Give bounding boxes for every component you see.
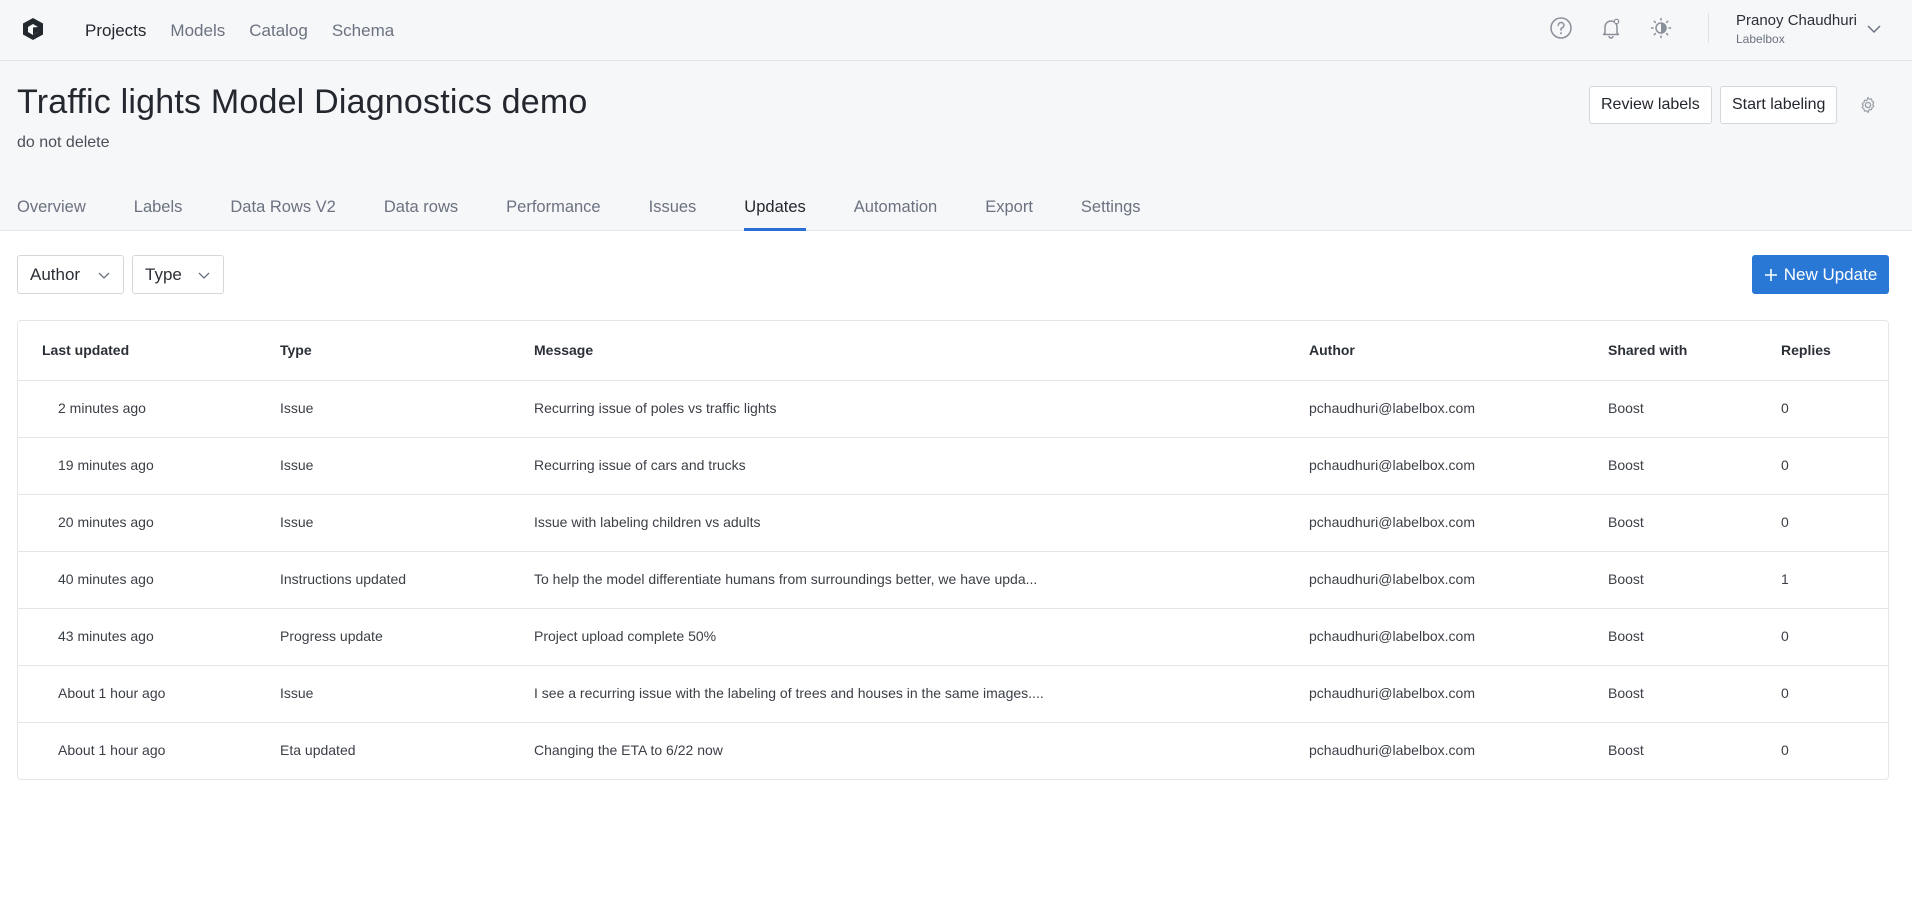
cell-replies: 0 [1781, 742, 1789, 758]
cell-shared-with: Boost [1608, 571, 1644, 587]
cell-last-updated: 40 minutes ago [58, 571, 154, 587]
nav-catalog[interactable]: Catalog [249, 21, 308, 41]
cell-type: Progress update [280, 628, 383, 644]
new-update-label: New Update [1783, 264, 1878, 284]
table-row[interactable]: 40 minutes ago Instructions updated To h… [18, 552, 1888, 609]
tab-issues[interactable]: Issues [649, 185, 697, 231]
cell-message: Project upload complete 50% [534, 628, 717, 644]
project-description: do not delete [17, 134, 110, 151]
cell-message: Recurring issue of cars and trucks [534, 457, 746, 473]
cell-last-updated: 19 minutes ago [58, 457, 154, 473]
column-header-message[interactable]: Message [534, 342, 593, 358]
main-nav: Projects Models Catalog Schema [85, 0, 394, 61]
tab-labels[interactable]: Labels [134, 185, 183, 231]
table-row[interactable]: 2 minutes ago Issue Recurring issue of p… [18, 381, 1888, 438]
cell-last-updated: About 1 hour ago [58, 685, 166, 701]
chevron-down-icon [98, 272, 110, 279]
cell-last-updated: About 1 hour ago [58, 742, 166, 758]
cell-replies: 0 [1781, 685, 1789, 701]
cell-author: pchaudhuri@labelbox.com [1309, 571, 1475, 587]
cell-author: pchaudhuri@labelbox.com [1309, 400, 1475, 416]
cell-message: Recurring issue of poles vs traffic ligh… [534, 400, 777, 416]
cell-shared-with: Boost [1608, 685, 1644, 701]
column-header-author[interactable]: Author [1309, 342, 1355, 358]
review-labels-button[interactable]: Review labels [1589, 86, 1712, 124]
cell-last-updated: 2 minutes ago [58, 400, 146, 416]
column-header-last-updated[interactable]: Last updated [42, 342, 129, 358]
user-org: Labelbox [1736, 32, 1785, 46]
plus-icon [1764, 268, 1777, 281]
nav-models[interactable]: Models [170, 21, 225, 41]
theme-toggle-icon[interactable] [1648, 15, 1674, 41]
cell-message: Issue with labeling children vs adults [534, 514, 761, 530]
settings-gear-icon[interactable] [1858, 95, 1878, 115]
updates-table: Last updated Type Message Author Shared … [17, 320, 1889, 780]
user-name: Pranoy Chaudhuri [1736, 12, 1857, 29]
topbar-divider [1708, 13, 1709, 43]
cell-shared-with: Boost [1608, 514, 1644, 530]
tab-data-rows[interactable]: Data rows [384, 185, 458, 231]
project-tabs: Overview Labels Data Rows V2 Data rows P… [17, 185, 1189, 231]
tab-export[interactable]: Export [985, 185, 1033, 231]
cell-replies: 0 [1781, 514, 1789, 530]
top-navigation-bar: Projects Models Catalog Schema Pranoy Ch… [0, 0, 1912, 61]
table-row[interactable]: About 1 hour ago Eta updated Changing th… [18, 723, 1888, 779]
cell-replies: 0 [1781, 628, 1789, 644]
cell-shared-with: Boost [1608, 742, 1644, 758]
cell-author: pchaudhuri@labelbox.com [1309, 742, 1475, 758]
top-icon-group [1548, 15, 1674, 41]
cell-replies: 0 [1781, 400, 1789, 416]
cell-author: pchaudhuri@labelbox.com [1309, 628, 1475, 644]
cell-message: I see a recurring issue with the labelin… [534, 685, 1044, 701]
chevron-down-icon[interactable] [1864, 19, 1884, 39]
page-title: Traffic lights Model Diagnostics demo [17, 83, 588, 121]
table-header: Last updated Type Message Author Shared … [18, 321, 1888, 381]
start-labeling-button[interactable]: Start labeling [1720, 86, 1838, 124]
author-filter-dropdown[interactable]: Author [17, 255, 124, 294]
table-row[interactable]: 20 minutes ago Issue Issue with labeling… [18, 495, 1888, 552]
cell-type: Issue [280, 685, 314, 701]
nav-schema[interactable]: Schema [332, 21, 394, 41]
cell-type: Issue [280, 514, 314, 530]
cell-author: pchaudhuri@labelbox.com [1309, 514, 1475, 530]
table-row[interactable]: 19 minutes ago Issue Recurring issue of … [18, 438, 1888, 495]
notification-bell-icon[interactable] [1598, 15, 1624, 41]
column-header-shared-with[interactable]: Shared with [1608, 342, 1687, 358]
tab-updates[interactable]: Updates [744, 185, 807, 231]
cell-last-updated: 43 minutes ago [58, 628, 154, 644]
cell-type: Issue [280, 457, 314, 473]
cell-replies: 0 [1781, 457, 1789, 473]
cell-type: Instructions updated [280, 571, 407, 587]
cell-shared-with: Boost [1608, 457, 1644, 473]
cell-type: Issue [280, 400, 314, 416]
cell-author: pchaudhuri@labelbox.com [1309, 457, 1475, 473]
author-filter-label: Author [30, 264, 81, 284]
help-icon[interactable] [1548, 15, 1574, 41]
tab-performance[interactable]: Performance [506, 185, 600, 231]
column-header-replies[interactable]: Replies [1781, 342, 1831, 358]
column-header-type[interactable]: Type [280, 342, 312, 358]
new-update-button[interactable]: New Update [1752, 255, 1889, 294]
chevron-down-icon [198, 272, 210, 279]
tab-automation[interactable]: Automation [854, 185, 937, 231]
cell-type: Eta updated [280, 742, 356, 758]
cell-author: pchaudhuri@labelbox.com [1309, 685, 1475, 701]
cell-shared-with: Boost [1608, 628, 1644, 644]
table-row[interactable]: About 1 hour ago Issue I see a recurring… [18, 666, 1888, 723]
project-header: Traffic lights Model Diagnostics demo do… [0, 61, 1912, 231]
labelbox-logo-icon[interactable] [22, 17, 44, 41]
table-row[interactable]: 43 minutes ago Progress update Project u… [18, 609, 1888, 666]
type-filter-label: Type [145, 264, 182, 284]
cell-last-updated: 20 minutes ago [58, 514, 154, 530]
nav-projects[interactable]: Projects [85, 21, 146, 41]
type-filter-dropdown[interactable]: Type [132, 255, 224, 294]
user-menu[interactable]: Pranoy Chaudhuri Labelbox [1736, 11, 1857, 47]
cell-message: Changing the ETA to 6/22 now [534, 742, 723, 758]
cell-shared-with: Boost [1608, 400, 1644, 416]
cell-message: To help the model differentiate humans f… [534, 571, 1038, 587]
tab-data-rows-v2[interactable]: Data Rows V2 [230, 185, 335, 231]
tab-overview[interactable]: Overview [17, 185, 86, 231]
tab-settings[interactable]: Settings [1081, 185, 1141, 231]
cell-replies: 1 [1781, 571, 1789, 587]
